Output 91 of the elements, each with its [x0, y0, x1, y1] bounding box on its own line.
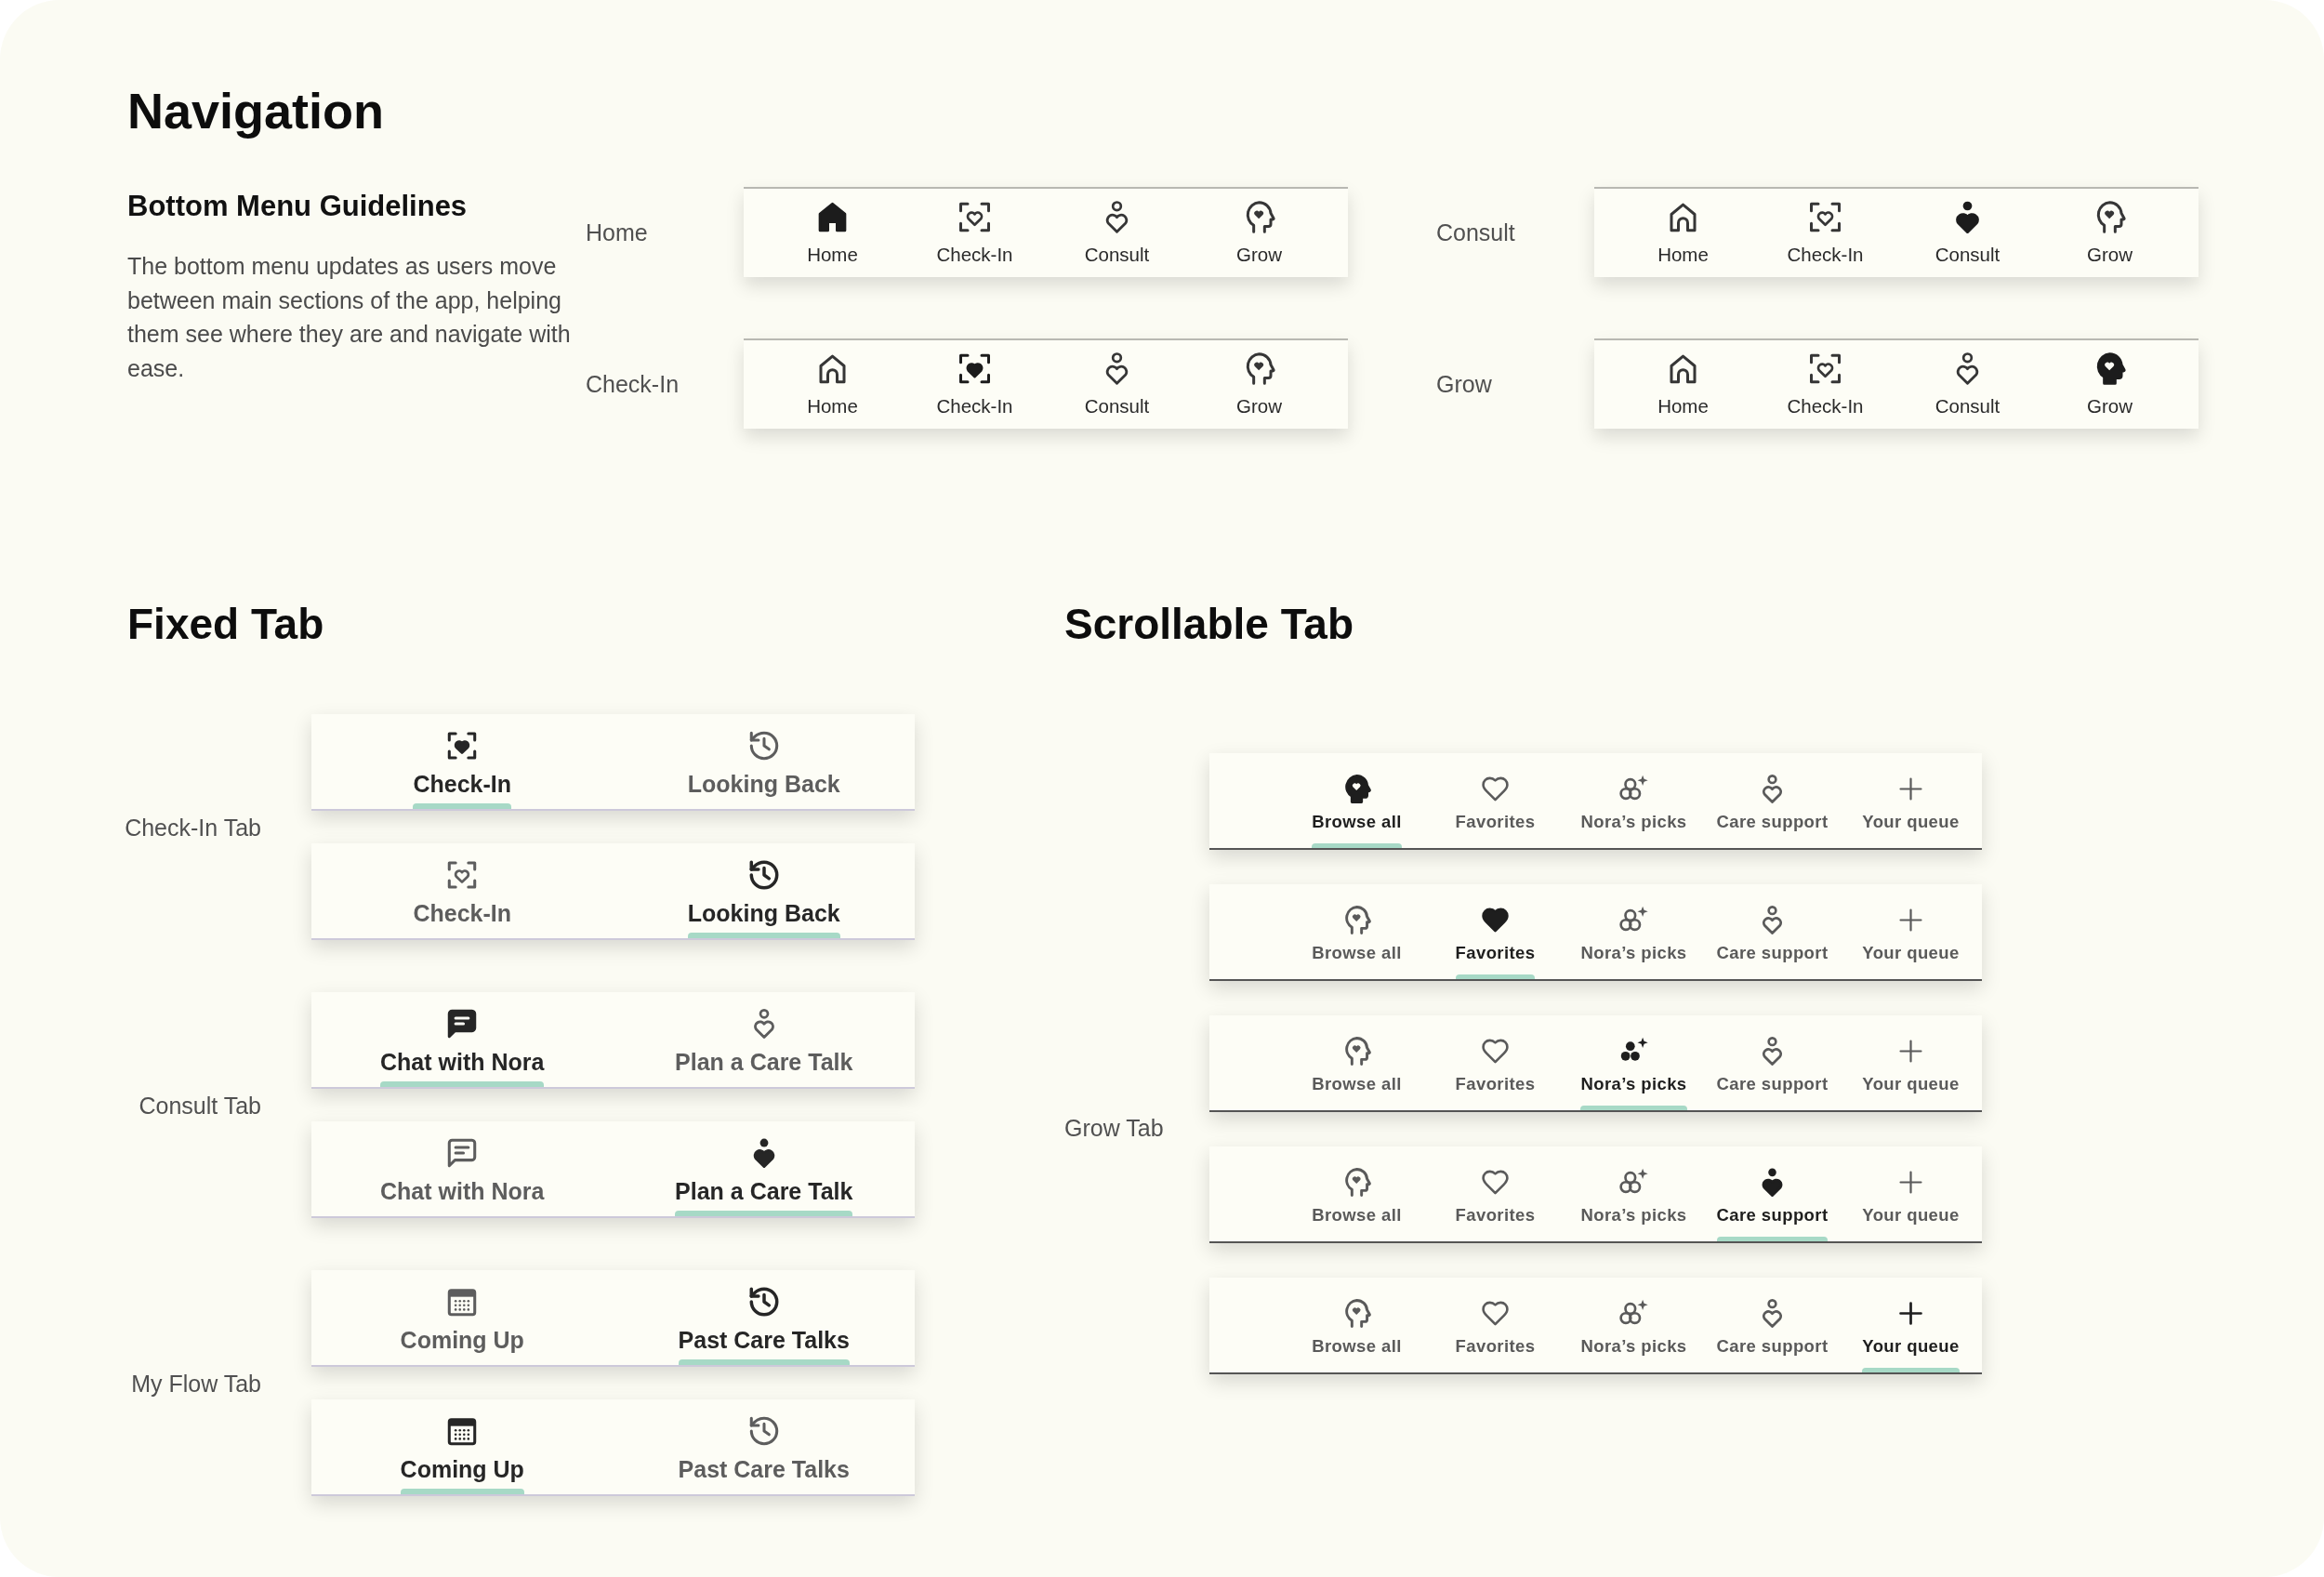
tab[interactable]: Favorites: [1426, 1146, 1565, 1241]
tab[interactable]: Nora’s picks: [1565, 753, 1703, 848]
tab[interactable]: Favorites: [1426, 1015, 1565, 1110]
history-icon: [748, 860, 779, 890]
head-heart-icon: [1342, 1037, 1371, 1066]
tab[interactable]: Nora’s picks: [1565, 1015, 1703, 1110]
variant-caption: Check-In Tab: [125, 813, 261, 842]
calendar-icon: [447, 1416, 478, 1446]
plus-icon: [1896, 1037, 1925, 1066]
nav-tab[interactable]: Check-In: [1754, 340, 1896, 429]
variant-caption: Grow Tab: [1064, 1115, 1164, 1141]
tab[interactable]: Looking Back: [613, 714, 915, 809]
chat-icon: [447, 1138, 478, 1168]
tab[interactable]: Your queue: [1842, 1278, 1980, 1372]
nav-tab[interactable]: Check-In: [904, 189, 1046, 277]
section-title: Scrollable Tab: [1064, 600, 1354, 649]
nav-tab[interactable]: Check-In: [904, 340, 1046, 429]
nav-tab[interactable]: Check-In: [1754, 189, 1896, 277]
head-heart-icon: [1342, 775, 1371, 803]
tab[interactable]: Care support: [1703, 1278, 1842, 1372]
description-text: The bottom menu updates as users move between main sections of the app, helping them see where they are and navigate with ease.: [127, 252, 572, 384]
tab[interactable]: Past Care Talks: [613, 1399, 915, 1494]
nav-tab[interactable]: Home: [761, 189, 904, 277]
heart-icon: [1481, 775, 1510, 803]
head-heart-icon: [1342, 906, 1371, 934]
tab[interactable]: Care support: [1703, 1146, 1842, 1241]
nav-tab[interactable]: Home: [761, 340, 904, 429]
heart-icon: [1481, 1037, 1510, 1066]
heart-frame-icon: [447, 860, 478, 890]
nav-tab[interactable]: Consult: [1896, 340, 2039, 429]
section-title: Fixed Tab: [127, 600, 324, 649]
tab[interactable]: Favorites: [1426, 1278, 1565, 1372]
tab[interactable]: Coming Up: [311, 1399, 614, 1494]
heart-frame-icon: [447, 731, 478, 761]
heart-icon: [1481, 906, 1510, 934]
nav-tab[interactable]: Grow: [1188, 189, 1330, 277]
plus-icon: [1896, 906, 1925, 934]
tab[interactable]: Your queue: [1842, 1015, 1980, 1110]
calendar-icon: [447, 1287, 478, 1317]
plus-icon: [1896, 775, 1925, 803]
tab[interactable]: Browse all: [1287, 753, 1426, 848]
heart-icon: [1481, 1168, 1510, 1197]
tab[interactable]: Chat with Nora: [311, 992, 614, 1087]
tab[interactable]: Coming Up: [311, 1270, 614, 1365]
plus-icon: [1896, 1168, 1925, 1197]
head-heart-icon: [1342, 1299, 1371, 1328]
tab[interactable]: Browse all: [1287, 1015, 1426, 1110]
page-title: Navigation: [127, 82, 385, 139]
variant-caption: Check-In: [586, 369, 680, 399]
nav-tab[interactable]: Grow: [1188, 340, 1330, 429]
tab[interactable]: Your queue: [1842, 1146, 1980, 1241]
tab[interactable]: Past Care Talks: [613, 1270, 915, 1365]
tab[interactable]: Your queue: [1842, 884, 1980, 979]
tab[interactable]: Check-In: [311, 714, 614, 809]
tab[interactable]: Favorites: [1426, 753, 1565, 848]
nav-tab[interactable]: Consult: [1046, 189, 1188, 277]
variant-caption: My Flow Tab: [131, 1369, 261, 1398]
variant-caption: Home: [586, 218, 648, 247]
subsection-title: Bottom Menu Guidelines: [127, 189, 468, 223]
chat-icon: [447, 1009, 478, 1039]
heart-icon: [1481, 1299, 1510, 1328]
tab[interactable]: Chat with Nora: [311, 1121, 614, 1216]
history-icon: [748, 1416, 779, 1446]
tab[interactable]: Browse all: [1287, 1278, 1426, 1372]
nav-tab[interactable]: Consult: [1896, 189, 2039, 277]
nav-tab[interactable]: Grow: [2039, 189, 2181, 277]
tab[interactable]: Care support: [1703, 753, 1842, 848]
tab[interactable]: Browse all: [1287, 1146, 1426, 1241]
tab[interactable]: Plan a Care Talk: [613, 992, 915, 1087]
tab[interactable]: Care support: [1703, 1015, 1842, 1110]
plus-icon: [1896, 1299, 1925, 1328]
variant-caption: Consult Tab: [139, 1091, 261, 1120]
history-icon: [748, 1287, 779, 1317]
tab[interactable]: Care support: [1703, 884, 1842, 979]
tab[interactable]: Check-In: [311, 843, 614, 938]
nav-tab[interactable]: Home: [1612, 189, 1754, 277]
nav-tab[interactable]: Home: [1612, 340, 1754, 429]
tab[interactable]: Nora’s picks: [1565, 1146, 1703, 1241]
nav-tab[interactable]: Grow: [2039, 340, 2181, 429]
tab[interactable]: Nora’s picks: [1565, 1278, 1703, 1372]
tab[interactable]: Looking Back: [613, 843, 915, 938]
history-icon: [748, 731, 779, 761]
variant-caption: Grow: [1436, 369, 1492, 399]
tab[interactable]: Favorites: [1426, 884, 1565, 979]
tab[interactable]: Nora’s picks: [1565, 884, 1703, 979]
nav-tab[interactable]: Consult: [1046, 340, 1188, 429]
tab[interactable]: Browse all: [1287, 884, 1426, 979]
tab[interactable]: Plan a Care Talk: [613, 1121, 915, 1216]
tab[interactable]: Your queue: [1842, 753, 1980, 848]
variant-caption: Consult: [1436, 218, 1515, 247]
head-heart-icon: [1342, 1168, 1371, 1197]
